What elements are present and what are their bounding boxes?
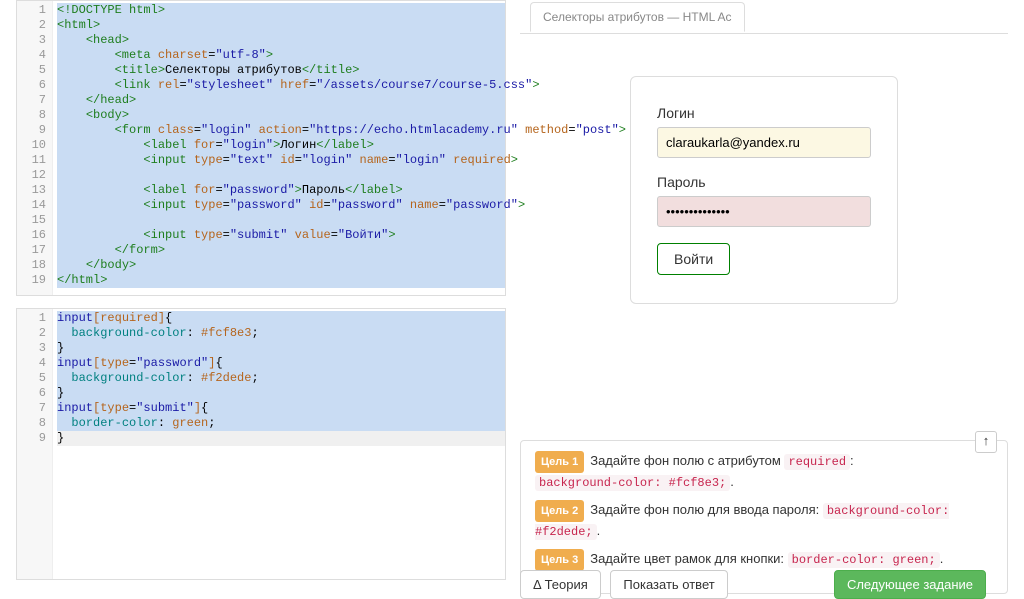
goal-1: Цель 1Задайте фон полю с атрибутом requi… (535, 451, 993, 492)
goal-badge: Цель 1 (535, 451, 584, 473)
html-editor[interactable]: HTML 12345678910111213141516171819 <!DOC… (16, 0, 506, 296)
goal-2: Цель 2Задайте фон полю для ввода пароля:… (535, 500, 993, 541)
next-task-button[interactable]: Следующее задание (834, 570, 986, 599)
theory-button[interactable]: Δ Теория (520, 570, 601, 599)
css-gutter: 123456789 (17, 309, 53, 579)
submit-button[interactable]: Войти (657, 243, 730, 275)
goal-code: required (784, 454, 850, 470)
login-label: Логин (657, 105, 871, 121)
html-gutter: 12345678910111213141516171819 (17, 1, 53, 295)
login-input[interactable] (657, 127, 871, 158)
password-input[interactable] (657, 196, 871, 227)
password-label: Пароль (657, 174, 871, 190)
html-code[interactable]: <!DOCTYPE html><html> <head> <meta chars… (53, 3, 505, 288)
goal-3: Цель 3Задайте цвет рамок для кнопки: bor… (535, 549, 993, 571)
login-form: Логин Пароль Войти (630, 76, 898, 304)
goal-code: background-color: #fcf8e3; (535, 475, 730, 491)
goal-code: background-color: #f2dede; (535, 503, 949, 540)
preview-tab[interactable]: Селекторы атрибутов — HTML Ac (530, 2, 745, 32)
goal-code: border-color: green; (788, 552, 940, 568)
css-editor[interactable]: CSS 123456789 input[required]{ backgroun… (16, 308, 506, 580)
scroll-top-button[interactable]: ↑ (975, 431, 997, 453)
css-code[interactable]: input[required]{ background-color: #fcf8… (53, 311, 505, 446)
show-answer-button[interactable]: Показать ответ (610, 570, 727, 599)
bottom-buttons: Δ Теория Показать ответ Следующее задани… (520, 570, 1008, 599)
goal-badge: Цель 2 (535, 500, 584, 522)
preview-tabs: Селекторы атрибутов — HTML Ac (520, 0, 1008, 34)
preview-area: Логин Пароль Войти (520, 34, 1008, 430)
goal-badge: Цель 3 (535, 549, 584, 571)
